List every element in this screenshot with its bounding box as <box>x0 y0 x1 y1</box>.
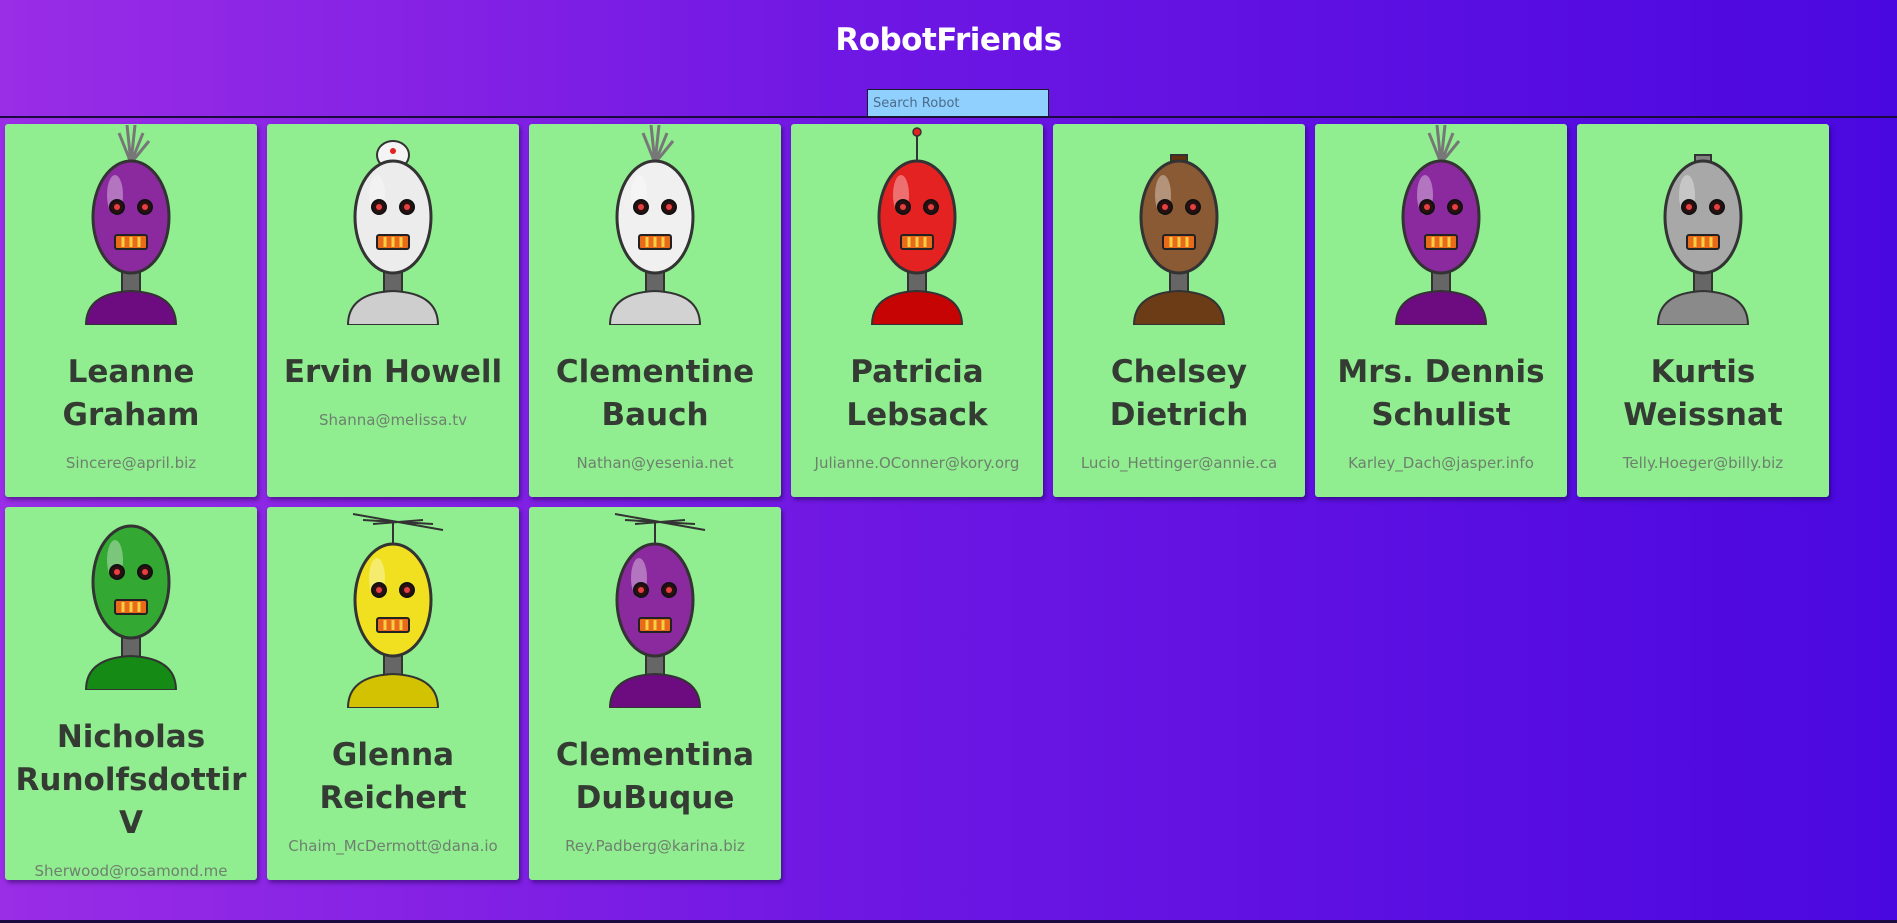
robot-avatar <box>608 513 706 708</box>
robot-avatar <box>1394 125 1488 325</box>
robot-avatar <box>608 125 702 325</box>
robot-avatar-frame <box>817 124 1017 325</box>
robot-name: Glenna Reichert <box>319 737 467 816</box>
robot-card-2[interactable]: Ervin Howell Shanna@melissa.tv <box>267 124 519 497</box>
robot-avatar <box>84 125 178 325</box>
robot-name: Kurtis Weissnat <box>1623 354 1783 433</box>
robot-email: Sherwood@rosamond.me <box>34 862 228 880</box>
robot-avatar-frame <box>293 507 493 708</box>
robot-card-5[interactable]: Chelsey Dietrich Lucio_Hettinger@annie.c… <box>1053 124 1305 497</box>
robot-avatar <box>84 524 178 690</box>
robot-avatar-frame <box>555 124 755 325</box>
robot-avatar <box>1132 154 1226 325</box>
robot-name: Leanne Graham <box>62 354 200 433</box>
robot-email: Sincere@april.biz <box>65 454 197 472</box>
robot-avatar-frame <box>31 507 231 690</box>
search-input[interactable] <box>867 89 1049 117</box>
robot-card-10[interactable]: Clementina DuBuque Rey.Padberg@karina.bi… <box>529 507 781 880</box>
robot-name: Nicholas Runolfsdottir V <box>15 719 247 841</box>
robot-avatar <box>346 513 444 708</box>
robot-avatar <box>870 127 964 325</box>
robot-avatar-frame <box>31 124 231 325</box>
robot-name: Mrs. Dennis Schulist <box>1337 354 1545 433</box>
robot-name: Patricia Lebsack <box>846 354 988 433</box>
robot-name: Clementina DuBuque <box>555 737 755 816</box>
robot-avatar-frame <box>555 507 755 708</box>
robot-email: Rey.Padberg@karina.biz <box>565 837 745 855</box>
robot-card-8[interactable]: Nicholas Runolfsdottir V Sherwood@rosamo… <box>5 507 257 880</box>
robot-name: Ervin Howell <box>283 354 503 390</box>
robot-card-6[interactable]: Mrs. Dennis Schulist Karley_Dach@jasper.… <box>1315 124 1567 497</box>
robot-card-3[interactable]: Clementine Bauch Nathan@yesenia.net <box>529 124 781 497</box>
robot-email: Shanna@melissa.tv <box>319 411 467 429</box>
robot-email: Lucio_Hettinger@annie.ca <box>1080 454 1278 472</box>
robot-name: Chelsey Dietrich <box>1109 354 1249 433</box>
robot-card-4[interactable]: Patricia Lebsack Julianne.OConner@kory.o… <box>791 124 1043 497</box>
robot-email: Nathan@yesenia.net <box>576 454 734 472</box>
robot-email: Karley_Dach@jasper.info <box>1348 454 1534 472</box>
robot-avatar <box>346 140 440 325</box>
robot-card-7[interactable]: Kurtis Weissnat Telly.Hoeger@billy.biz <box>1577 124 1829 497</box>
robot-card-1[interactable]: Leanne Graham Sincere@april.biz <box>5 124 257 497</box>
robot-avatar-frame <box>293 124 493 325</box>
robot-avatar-frame <box>1603 124 1803 325</box>
robot-email: Telly.Hoeger@billy.biz <box>1622 454 1784 472</box>
header: RobotFriends <box>0 0 1897 118</box>
robot-avatar <box>1656 154 1750 325</box>
robot-avatar-frame <box>1079 124 1279 325</box>
robot-card-9[interactable]: Glenna Reichert Chaim_McDermott@dana.io <box>267 507 519 880</box>
robot-avatar-frame <box>1341 124 1541 325</box>
robot-email: Julianne.OConner@kory.org <box>814 454 1020 472</box>
robot-card-list: Leanne Graham Sincere@april.biz Ervin Ho… <box>5 124 1829 880</box>
app-title: RobotFriends <box>835 22 1062 58</box>
robot-name: Clementine Bauch <box>555 354 755 433</box>
robot-email: Chaim_McDermott@dana.io <box>288 837 498 855</box>
